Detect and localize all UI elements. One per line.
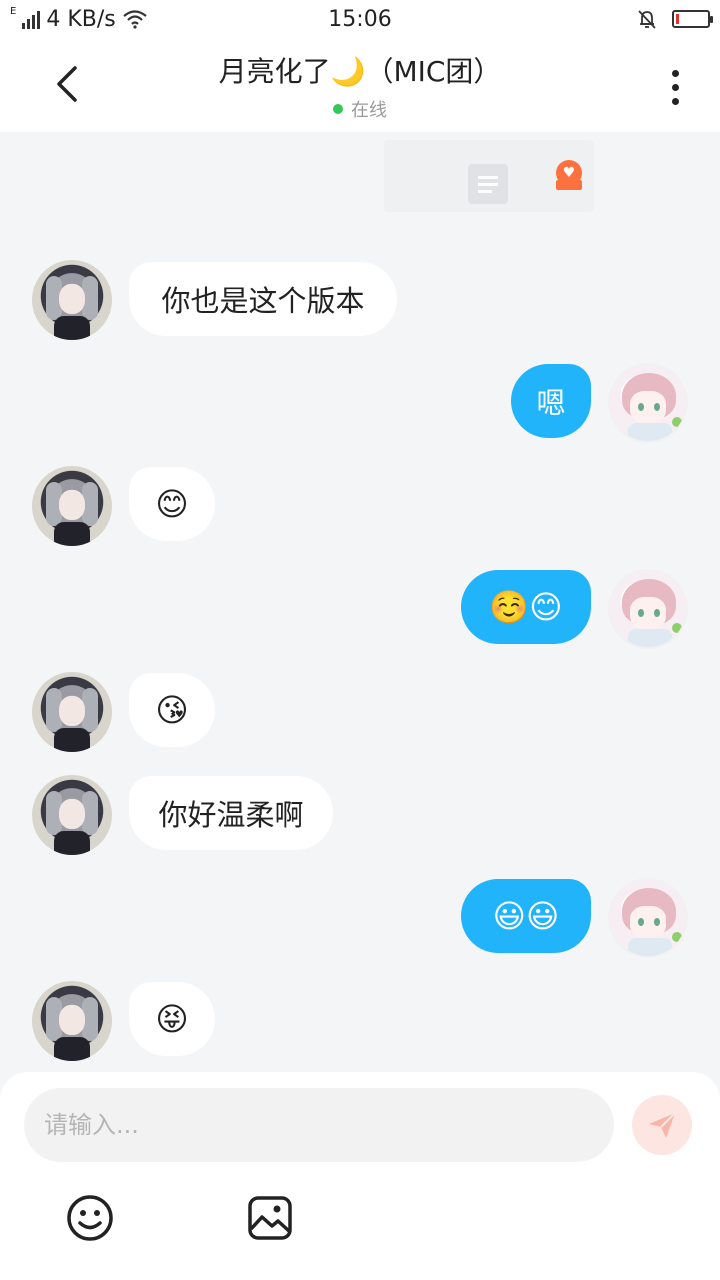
send-button[interactable] — [632, 1095, 692, 1155]
composer — [0, 1072, 720, 1280]
chevron-left-icon — [57, 66, 77, 102]
bell-muted-icon — [638, 10, 656, 29]
message-bubble-received[interactable]: 😘 — [129, 673, 215, 747]
image-icon — [248, 1196, 292, 1240]
network-speed: 4 KB/s — [46, 6, 116, 32]
contact-avatar[interactable] — [32, 775, 112, 855]
battery-icon — [672, 10, 713, 28]
online-dot-icon — [333, 104, 343, 114]
image-button[interactable] — [246, 1194, 294, 1242]
wifi-icon — [123, 10, 147, 29]
my-avatar[interactable] — [608, 363, 688, 443]
chat-title: 月亮化了🌙（MIC团） — [218, 55, 502, 88]
heart-badge-tag — [556, 180, 582, 190]
message-bubble-received[interactable]: 你也是这个版本 — [129, 262, 397, 336]
send-icon — [649, 1112, 676, 1138]
my-avatar[interactable] — [608, 878, 688, 958]
back-button[interactable] — [42, 58, 90, 110]
emoji-icon — [67, 1195, 113, 1241]
my-avatar[interactable] — [608, 569, 688, 649]
signal-icon — [22, 9, 41, 29]
more-options-button[interactable] — [660, 62, 690, 112]
message-bubble-received[interactable]: 😝 — [129, 982, 215, 1056]
contact-avatar[interactable] — [32, 981, 112, 1061]
chat-header: 月亮化了🌙（MIC团） 在线 — [0, 38, 720, 132]
contact-avatar[interactable] — [32, 260, 112, 340]
contact-avatar[interactable] — [32, 672, 112, 752]
message-bubble-sent[interactable]: 嗯 — [511, 364, 591, 438]
emoji-button[interactable] — [66, 1194, 114, 1242]
online-status: 在线 — [120, 96, 600, 122]
message-bubble-sent[interactable]: ☺️😊 — [461, 570, 591, 644]
status-left: E 4 KB/s — [10, 5, 148, 32]
notice-banner[interactable]: ♥ — [384, 140, 594, 212]
document-icon — [468, 164, 508, 204]
message-bubble-sent[interactable]: 😃😃 — [461, 879, 591, 953]
title-block: 月亮化了🌙（MIC团） 在线 — [120, 50, 600, 122]
online-status-text: 在线 — [351, 100, 387, 121]
contact-avatar[interactable] — [32, 466, 112, 546]
status-bar: E 4 KB/s 15:06 — [0, 0, 720, 38]
message-bubble-received[interactable]: 😊 — [129, 467, 215, 541]
status-right — [636, 8, 713, 30]
network-type: E — [10, 5, 17, 17]
message-input[interactable] — [24, 1088, 614, 1162]
message-bubble-received[interactable]: 你好温柔啊 — [129, 776, 333, 850]
